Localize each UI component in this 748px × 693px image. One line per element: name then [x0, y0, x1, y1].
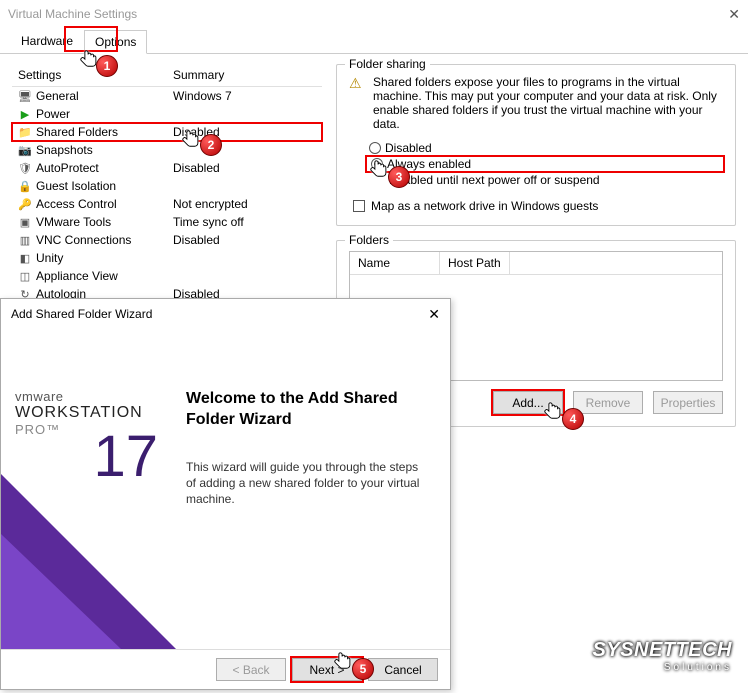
- radio-disabled-label: Disabled: [385, 141, 432, 155]
- window-titlebar: Virtual Machine Settings ✕: [0, 0, 748, 28]
- settings-row-summary: Not encrypted: [167, 195, 322, 213]
- settings-table: Settings Summary 🖥GeneralWindows 7▶Power…: [12, 64, 322, 303]
- radio-until-label: Enabled until next power off or suspend: [389, 173, 600, 187]
- radio-until-row[interactable]: Enabled until next power off or suspend: [389, 173, 723, 187]
- cursor-icon: [542, 400, 564, 430]
- radio-icon: [369, 142, 381, 154]
- settings-row-name: VNC Connections: [36, 233, 131, 247]
- settings-row-summary: [167, 267, 322, 285]
- step-badge-1: 1: [96, 55, 118, 77]
- play-icon: ▶: [18, 108, 32, 121]
- settings-row-name: Power: [36, 107, 70, 121]
- remove-button: Remove: [573, 391, 643, 414]
- key-icon: 🔑: [18, 198, 32, 211]
- step-badge-3: 3: [388, 166, 410, 188]
- settings-row-summary: [167, 177, 322, 195]
- warning-icon: ⚠: [349, 75, 365, 131]
- folders-col-name: Name: [350, 252, 440, 274]
- folder-icon: 📁: [18, 126, 32, 139]
- wizard-heading: Welcome to the Add Shared Folder Wizard: [186, 389, 428, 431]
- close-icon[interactable]: ✕: [728, 6, 740, 23]
- folders-col-path: Host Path: [440, 252, 510, 274]
- map-drive-row[interactable]: Map as a network drive in Windows guests: [353, 199, 723, 213]
- settings-row-name: Appliance View: [36, 269, 118, 283]
- settings-row[interactable]: ▶ Power: [12, 105, 322, 123]
- lock-icon: 🔒: [18, 180, 32, 193]
- camera-icon: 📷: [18, 144, 32, 157]
- settings-row[interactable]: 🔑 Access Control Not encrypted: [12, 195, 322, 213]
- step-badge-4: 4: [562, 408, 584, 430]
- shield-icon: 🛡: [18, 162, 32, 175]
- add-shared-folder-wizard: Add Shared Folder Wizard ✕ vmware WORKST…: [0, 298, 451, 690]
- watermark: SYSNETTECH Solutions: [593, 639, 732, 673]
- settings-row-name: Unity: [36, 251, 63, 265]
- folders-legend: Folders: [345, 233, 393, 247]
- settings-row-name: Snapshots: [36, 143, 93, 157]
- watermark-sub: Solutions: [593, 662, 732, 673]
- folder-sharing-warning: Shared folders expose your files to prog…: [373, 75, 723, 131]
- vnc-icon: ▥: [18, 234, 32, 247]
- tab-strip: Hardware Options: [0, 28, 748, 54]
- settings-row[interactable]: ▣ VMware Tools Time sync off: [12, 213, 322, 231]
- settings-row-summary: Disabled: [167, 231, 322, 249]
- tab-hardware[interactable]: Hardware: [10, 29, 84, 53]
- folder-sharing-legend: Folder sharing: [345, 57, 430, 71]
- cursor-icon: [368, 158, 390, 188]
- watermark-brand: SYSNETTECH: [593, 639, 732, 661]
- settings-col-summary: Summary: [167, 64, 322, 87]
- settings-row[interactable]: ◫ Appliance View: [12, 267, 322, 285]
- monitor-icon: 🖥: [18, 90, 32, 103]
- map-drive-label: Map as a network drive in Windows guests: [371, 199, 598, 213]
- settings-row[interactable]: ▥ VNC Connections Disabled: [12, 231, 322, 249]
- back-button: < Back: [216, 658, 286, 681]
- decorative-triangle: [1, 534, 121, 649]
- radio-always-row[interactable]: Always enabled: [367, 157, 723, 171]
- settings-row-name: AutoProtect: [36, 161, 99, 175]
- vmware-logo-text: vmware: [15, 389, 166, 404]
- settings-row-name: Access Control: [36, 197, 117, 211]
- radio-disabled-row[interactable]: Disabled: [369, 141, 723, 155]
- folder-sharing-group: Folder sharing ⚠ Shared folders expose y…: [336, 64, 736, 226]
- wizard-titlebar: Add Shared Folder Wizard ✕: [1, 299, 450, 329]
- settings-row-name: General: [36, 89, 79, 103]
- settings-row[interactable]: 🛡 AutoProtect Disabled: [12, 159, 322, 177]
- workstation-text: WORKSTATION: [15, 404, 166, 422]
- cursor-icon: [332, 650, 354, 680]
- cancel-button[interactable]: Cancel: [368, 658, 438, 681]
- checkbox-icon: [353, 200, 365, 212]
- settings-row-name: Guest Isolation: [36, 179, 116, 193]
- settings-row[interactable]: 🖥 General Windows 7: [12, 87, 322, 106]
- settings-row[interactable]: ◧ Unity: [12, 249, 322, 267]
- window-title: Virtual Machine Settings: [8, 7, 137, 21]
- step-badge-2: 2: [200, 134, 222, 156]
- settings-row[interactable]: 🔒 Guest Isolation: [12, 177, 322, 195]
- step-badge-5: 5: [352, 658, 374, 680]
- unity-icon: ◧: [18, 252, 32, 265]
- settings-row-summary: [167, 249, 322, 267]
- settings-row-summary: Windows 7: [167, 87, 322, 106]
- settings-row-summary: [167, 105, 322, 123]
- settings-row-summary: Time sync off: [167, 213, 322, 231]
- settings-row[interactable]: 📷 Snapshots: [12, 141, 322, 159]
- cursor-icon: [180, 128, 202, 158]
- close-icon[interactable]: ✕: [428, 306, 440, 323]
- settings-row[interactable]: 📁Shared FoldersDisabled: [12, 123, 322, 141]
- wizard-body-text: This wizard will guide you through the s…: [186, 459, 428, 508]
- app-icon: ◫: [18, 270, 32, 283]
- settings-row-name: VMware Tools: [36, 215, 111, 229]
- wizard-sidebar: vmware WORKSTATION PRO™ 17: [1, 329, 176, 649]
- wizard-title-text: Add Shared Folder Wizard: [11, 307, 152, 321]
- settings-row-name: Shared Folders: [36, 125, 118, 139]
- properties-button: Properties: [653, 391, 723, 414]
- settings-row-summary: Disabled: [167, 159, 322, 177]
- vm-icon: ▣: [18, 216, 32, 229]
